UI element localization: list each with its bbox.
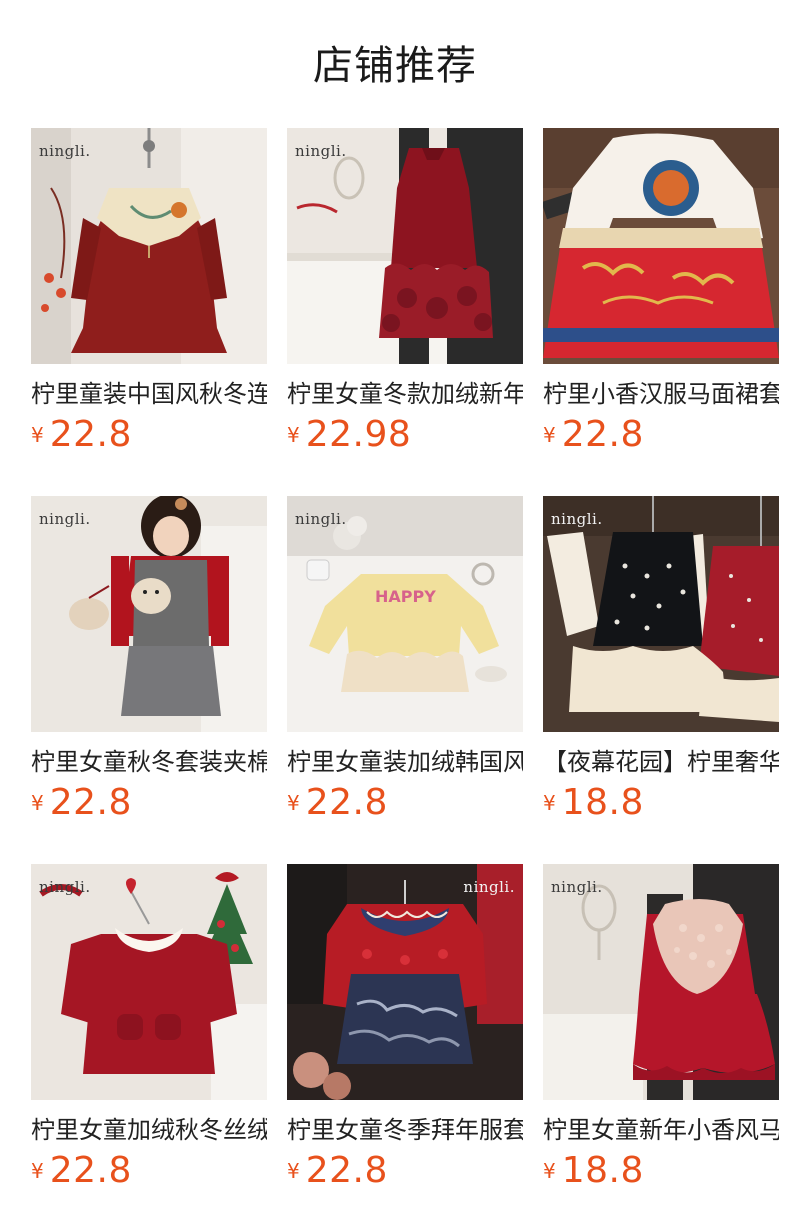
product-price: ¥22.8	[287, 1150, 523, 1194]
currency-symbol: ¥	[543, 423, 556, 447]
price-value: 22.8	[49, 782, 132, 823]
product-image[interactable]	[543, 128, 779, 364]
price-value: 22.8	[561, 414, 644, 455]
brand-watermark: ningli.	[39, 878, 91, 896]
product-card[interactable]: 柠里小香汉服马面裙套装 ¥22.8	[543, 128, 779, 496]
product-name[interactable]: 柠里女童新年小香风马甲裙	[543, 1112, 779, 1148]
product-card[interactable]: HAPPY ningli. 柠里女童装加绒韩国风卫衣裙 ¥22.8	[287, 496, 523, 864]
product-name[interactable]: 柠里女童冬款加绒新年马甲裙	[287, 376, 523, 412]
svg-text:HAPPY: HAPPY	[375, 587, 436, 606]
product-image[interactable]: ningli.	[31, 128, 267, 364]
currency-symbol: ¥	[543, 791, 556, 815]
product-image[interactable]: ningli.	[287, 128, 523, 364]
product-price: ¥22.8	[287, 782, 523, 826]
price-value: 18.8	[561, 782, 644, 823]
product-card[interactable]: ningli. 柠里女童秋冬套装夹棉背心裙 ¥22.8	[31, 496, 267, 864]
product-price: ¥22.8	[31, 782, 267, 826]
brand-watermark: ningli.	[463, 878, 515, 896]
product-price: ¥18.8	[543, 1150, 779, 1194]
product-image[interactable]: HAPPY ningli.	[287, 496, 523, 732]
currency-symbol: ¥	[31, 423, 44, 447]
brand-watermark: ningli.	[295, 142, 347, 160]
product-price: ¥22.8	[31, 414, 267, 458]
product-name[interactable]: 【夜幕花园】柠里奢华连衣裙	[543, 744, 779, 780]
product-card[interactable]: ningli. 柠里童装中国风秋冬连衣裙 ¥22.8	[31, 128, 267, 496]
product-name[interactable]: 柠里女童装加绒韩国风卫衣裙	[287, 744, 523, 780]
product-image[interactable]: ningli.	[543, 864, 779, 1100]
price-value: 22.8	[49, 1150, 132, 1191]
product-name[interactable]: 柠里女童冬季拜年服套装	[287, 1112, 523, 1148]
price-value: 18.8	[561, 1150, 644, 1191]
product-card[interactable]: ningli. 【夜幕花园】柠里奢华连衣裙 ¥18.8	[543, 496, 779, 864]
product-image[interactable]: ningli.	[287, 864, 523, 1100]
brand-watermark: ningli.	[295, 510, 347, 528]
product-image[interactable]: ningli.	[31, 864, 267, 1100]
product-card[interactable]: ningli. 柠里女童新年小香风马甲裙 ¥18.8	[543, 864, 779, 1232]
currency-symbol: ¥	[287, 1159, 300, 1183]
product-name[interactable]: 柠里童装中国风秋冬连衣裙	[31, 376, 267, 412]
price-value: 22.8	[305, 1150, 388, 1191]
price-value: 22.8	[49, 414, 132, 455]
currency-symbol: ¥	[31, 1159, 44, 1183]
brand-watermark: ningli.	[39, 510, 91, 528]
product-price: ¥22.98	[287, 414, 523, 458]
product-card[interactable]: ningli. 柠里女童加绒秋冬丝绒连衣裙 ¥22.8	[31, 864, 267, 1232]
product-name[interactable]: 柠里小香汉服马面裙套装	[543, 376, 779, 412]
product-name[interactable]: 柠里女童秋冬套装夹棉背心裙	[31, 744, 267, 780]
shop-recommendation-page: 店铺推荐 ningli. 柠里童装中国风秋冬连 ¥ 22.8 ningli. 柠…	[0, 0, 790, 1232]
product-grid: ningli. 柠里童装中国风秋冬连衣裙 ¥22.8	[31, 128, 779, 1232]
product-price: ¥22.8	[31, 1150, 267, 1194]
product-price: ¥22.8	[543, 414, 779, 458]
brand-watermark: ningli.	[551, 878, 603, 896]
currency-symbol: ¥	[287, 791, 300, 815]
currency-symbol: ¥	[543, 1159, 556, 1183]
currency-symbol: ¥	[31, 791, 44, 815]
brand-watermark: ningli.	[551, 510, 603, 528]
brand-watermark: ningli.	[39, 142, 91, 160]
currency-symbol: ¥	[287, 423, 300, 447]
price-value: 22.8	[305, 782, 388, 823]
product-image[interactable]: ningli.	[543, 496, 779, 732]
product-card[interactable]: ningli. 柠里女童冬款加绒新年马甲裙 ¥22.98	[287, 128, 523, 496]
price-value: 22.98	[305, 414, 412, 455]
product-image[interactable]: ningli.	[31, 496, 267, 732]
product-card[interactable]: ningli. 柠里女童冬季拜年服套装 ¥22.8	[287, 864, 523, 1232]
page-title: 店铺推荐	[313, 43, 477, 89]
product-price: ¥18.8	[543, 782, 779, 826]
product-name[interactable]: 柠里女童加绒秋冬丝绒连衣裙	[31, 1112, 267, 1148]
